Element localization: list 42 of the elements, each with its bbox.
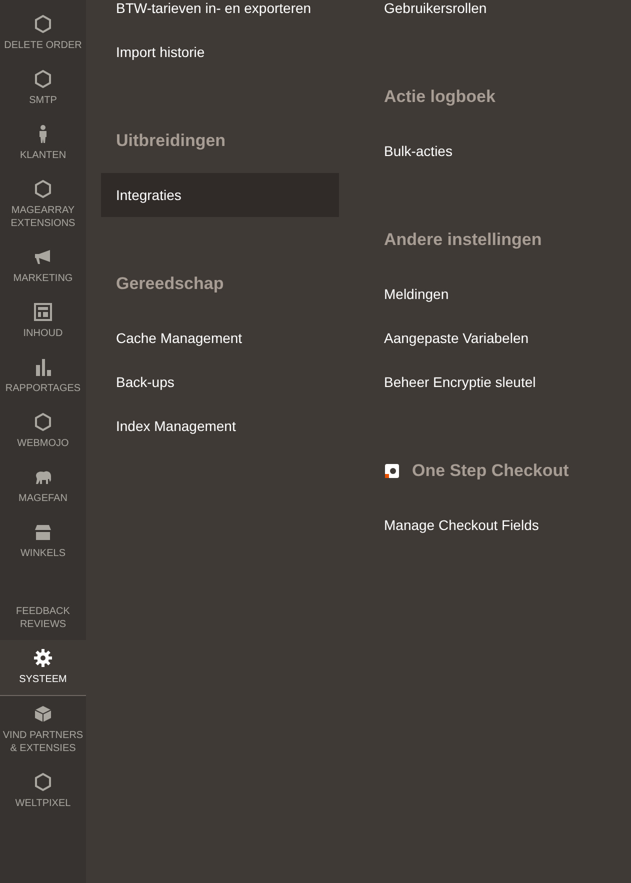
sidebar-item[interactable]: WINKELS [0,514,86,569]
sidebar-item[interactable]: DELETE ORDER [0,6,86,61]
sidebar-item[interactable]: RAPPORTAGES [0,349,86,404]
menu-link[interactable]: Gebruikersrollen [369,0,607,30]
sidebar-item[interactable]: MAGEFAN [0,459,86,514]
hexagon-icon [33,14,53,34]
sidebar-item[interactable]: INHOUD [0,294,86,349]
hexagon-icon [33,772,53,792]
sidebar-item[interactable]: KLANTEN [0,116,86,171]
menu-link[interactable]: Aangepaste Variabelen [369,316,607,360]
sidebar-item[interactable]: FEEDBACK REVIEWS [0,597,86,640]
menu-link[interactable]: Manage Checkout Fields [369,503,607,547]
menu-link[interactable]: Cache Management [101,316,339,360]
sidebar-item[interactable]: MAGEARRAY EXTENSIONS [0,171,86,239]
sidebar-item[interactable]: WELTPIXEL [0,764,86,819]
layout-icon [33,302,53,322]
sidebar-item[interactable]: WEBMOJO [0,404,86,459]
menu-link[interactable]: Index Management [101,404,339,448]
sidebar-item[interactable]: SYSTEEM [0,640,86,696]
hexagon-icon [33,179,53,199]
menu-link[interactable]: Integraties [101,173,339,217]
menu-link[interactable]: BTW-tarieven in- en exporteren [101,0,339,30]
sidebar-item[interactable]: MARKETING [0,239,86,294]
section-title: Gereedschap [116,274,224,294]
section-title: One Step Checkout [412,461,569,481]
hexagon-icon [33,412,53,432]
menu-link[interactable]: Beheer Encryptie sleutel [369,360,607,404]
menu-link[interactable]: Meldingen [369,272,607,316]
building-block-icon [33,704,53,724]
hexagon-icon [33,69,53,89]
settings-icon [33,648,53,668]
section-title: Actie logboek [384,87,496,107]
sidebar-item[interactable]: VIND PARTNERS & EXTENSIES [0,696,86,764]
bar-chart-icon [33,357,53,377]
menu-link[interactable]: Import historie [101,30,339,74]
section-title: Uitbreidingen [116,131,226,151]
menu-link[interactable]: Back-ups [101,360,339,404]
section-title: Andere instellingen [384,230,542,250]
store-icon [33,522,53,542]
sidebar-item[interactable]: SMTP [0,61,86,116]
menu-link[interactable]: Bulk-acties [369,129,607,173]
megaphone-icon [33,247,53,267]
